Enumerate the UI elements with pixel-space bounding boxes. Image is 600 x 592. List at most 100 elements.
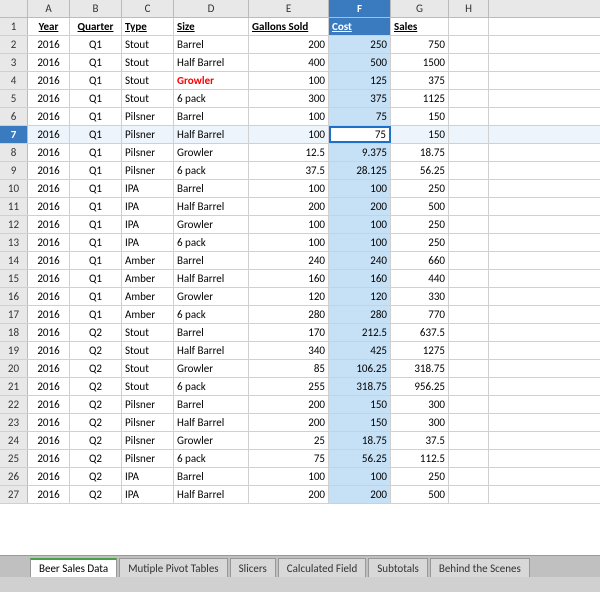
cell-gallons[interactable]: 200: [249, 198, 329, 215]
cell-quarter[interactable]: Q1: [70, 144, 122, 161]
cell-quarter[interactable]: Q1: [70, 36, 122, 53]
cell-quarter[interactable]: Q2: [70, 468, 122, 485]
cell-size[interactable]: Growler: [174, 72, 249, 89]
cell-sales[interactable]: 1125: [391, 90, 449, 107]
cell-size[interactable]: Half Barrel: [174, 198, 249, 215]
cell-cost[interactable]: 9.375: [329, 144, 391, 161]
table-row[interactable]: 72016Q1PilsnerHalf Barrel10075150: [0, 126, 600, 144]
cell-size[interactable]: 6 pack: [174, 90, 249, 107]
cell-type[interactable]: Pilsner: [122, 162, 174, 179]
cell-year[interactable]: 2016: [28, 126, 70, 143]
cell-sales[interactable]: 500: [391, 486, 449, 503]
cell-type[interactable]: Amber: [122, 306, 174, 323]
spreadsheet-tab[interactable]: Mutiple Pivot Tables: [119, 558, 227, 577]
cell-year[interactable]: 2016: [28, 342, 70, 359]
table-row[interactable]: 42016Q1StoutGrowler100125375: [0, 72, 600, 90]
table-row[interactable]: 122016Q1IPAGrowler100100250: [0, 216, 600, 234]
cell-year[interactable]: 2016: [28, 450, 70, 467]
table-row[interactable]: 82016Q1PilsnerGrowler12.59.37518.75: [0, 144, 600, 162]
cell-sales[interactable]: 37.5: [391, 432, 449, 449]
cell-type[interactable]: Stout: [122, 342, 174, 359]
cell-sales[interactable]: 1275: [391, 342, 449, 359]
cell-gallons[interactable]: 120: [249, 288, 329, 305]
cell-quarter[interactable]: Q2: [70, 324, 122, 341]
cell-size[interactable]: Half Barrel: [174, 126, 249, 143]
cell-cost[interactable]: 100: [329, 216, 391, 233]
cell-sales[interactable]: Sales: [391, 18, 449, 35]
cell-quarter[interactable]: Q1: [70, 234, 122, 251]
cell-type[interactable]: Amber: [122, 252, 174, 269]
cell-cost[interactable]: 100: [329, 468, 391, 485]
cell-sales[interactable]: 440: [391, 270, 449, 287]
cell-cost[interactable]: 240: [329, 252, 391, 269]
cell-size[interactable]: Half Barrel: [174, 486, 249, 503]
table-row[interactable]: 212016Q2Stout6 pack255318.75956.25: [0, 378, 600, 396]
cell-quarter[interactable]: Q1: [70, 126, 122, 143]
cell-gallons[interactable]: 25: [249, 432, 329, 449]
cell-cost[interactable]: 106.25: [329, 360, 391, 377]
cell-quarter[interactable]: Q2: [70, 396, 122, 413]
cell-year[interactable]: 2016: [28, 270, 70, 287]
table-row[interactable]: 92016Q1Pilsner6 pack37.528.12556.25: [0, 162, 600, 180]
cell-sales[interactable]: 150: [391, 108, 449, 125]
cell-cost[interactable]: 100: [329, 180, 391, 197]
cell-year[interactable]: 2016: [28, 324, 70, 341]
cell-size[interactable]: Growler: [174, 144, 249, 161]
table-row[interactable]: 272016Q2IPAHalf Barrel200200500: [0, 486, 600, 504]
table-row[interactable]: 182016Q2StoutBarrel170212.5637.5: [0, 324, 600, 342]
cell-quarter[interactable]: Q2: [70, 432, 122, 449]
table-row[interactable]: 52016Q1Stout6 pack3003751125: [0, 90, 600, 108]
cell-type[interactable]: IPA: [122, 216, 174, 233]
cell-type[interactable]: Stout: [122, 54, 174, 71]
cell-year[interactable]: 2016: [28, 378, 70, 395]
cell-quarter[interactable]: Q2: [70, 360, 122, 377]
cell-cost[interactable]: 318.75: [329, 378, 391, 395]
cell-type[interactable]: IPA: [122, 198, 174, 215]
cell-size[interactable]: Growler: [174, 432, 249, 449]
cell-cost[interactable]: 280: [329, 306, 391, 323]
cell-sales[interactable]: 330: [391, 288, 449, 305]
cell-gallons[interactable]: 100: [249, 72, 329, 89]
cell-size[interactable]: 6 pack: [174, 234, 249, 251]
cell-year[interactable]: 2016: [28, 432, 70, 449]
cell-quarter[interactable]: Quarter: [70, 18, 122, 35]
cell-year[interactable]: 2016: [28, 144, 70, 161]
cell-cost[interactable]: 425: [329, 342, 391, 359]
cell-gallons[interactable]: 75: [249, 450, 329, 467]
cell-sales[interactable]: 750: [391, 36, 449, 53]
cell-type[interactable]: IPA: [122, 486, 174, 503]
cell-year[interactable]: 2016: [28, 396, 70, 413]
cell-type[interactable]: Amber: [122, 288, 174, 305]
cell-gallons[interactable]: 400: [249, 54, 329, 71]
cell-type[interactable]: Pilsner: [122, 450, 174, 467]
cell-cost[interactable]: 56.25: [329, 450, 391, 467]
cell-sales[interactable]: 18.75: [391, 144, 449, 161]
cell-sales[interactable]: 637.5: [391, 324, 449, 341]
cell-year[interactable]: 2016: [28, 108, 70, 125]
table-row[interactable]: 1YearQuarterTypeSizeGallons SoldCostSale…: [0, 18, 600, 36]
cell-quarter[interactable]: Q1: [70, 252, 122, 269]
spreadsheet-tab[interactable]: Beer Sales Data: [30, 558, 117, 577]
cell-cost[interactable]: 150: [329, 396, 391, 413]
cell-gallons[interactable]: 200: [249, 396, 329, 413]
spreadsheet-tab[interactable]: Subtotals: [368, 558, 428, 577]
cell-type[interactable]: Amber: [122, 270, 174, 287]
cell-year[interactable]: 2016: [28, 234, 70, 251]
cell-cost[interactable]: 250: [329, 36, 391, 53]
cell-gallons[interactable]: 100: [249, 180, 329, 197]
cell-type[interactable]: Pilsner: [122, 108, 174, 125]
cell-year[interactable]: 2016: [28, 360, 70, 377]
cell-cost[interactable]: 100: [329, 234, 391, 251]
cell-size[interactable]: Growler: [174, 216, 249, 233]
cell-type[interactable]: Stout: [122, 90, 174, 107]
cell-sales[interactable]: 250: [391, 180, 449, 197]
cell-gallons[interactable]: 100: [249, 234, 329, 251]
cell-gallons[interactable]: Gallons Sold: [249, 18, 329, 35]
cell-year[interactable]: 2016: [28, 54, 70, 71]
cell-gallons[interactable]: 170: [249, 324, 329, 341]
spreadsheet-tab[interactable]: Slicers: [230, 558, 276, 577]
cell-sales[interactable]: 300: [391, 414, 449, 431]
table-row[interactable]: 192016Q2StoutHalf Barrel3404251275: [0, 342, 600, 360]
cell-quarter[interactable]: Q1: [70, 198, 122, 215]
cell-year[interactable]: 2016: [28, 162, 70, 179]
